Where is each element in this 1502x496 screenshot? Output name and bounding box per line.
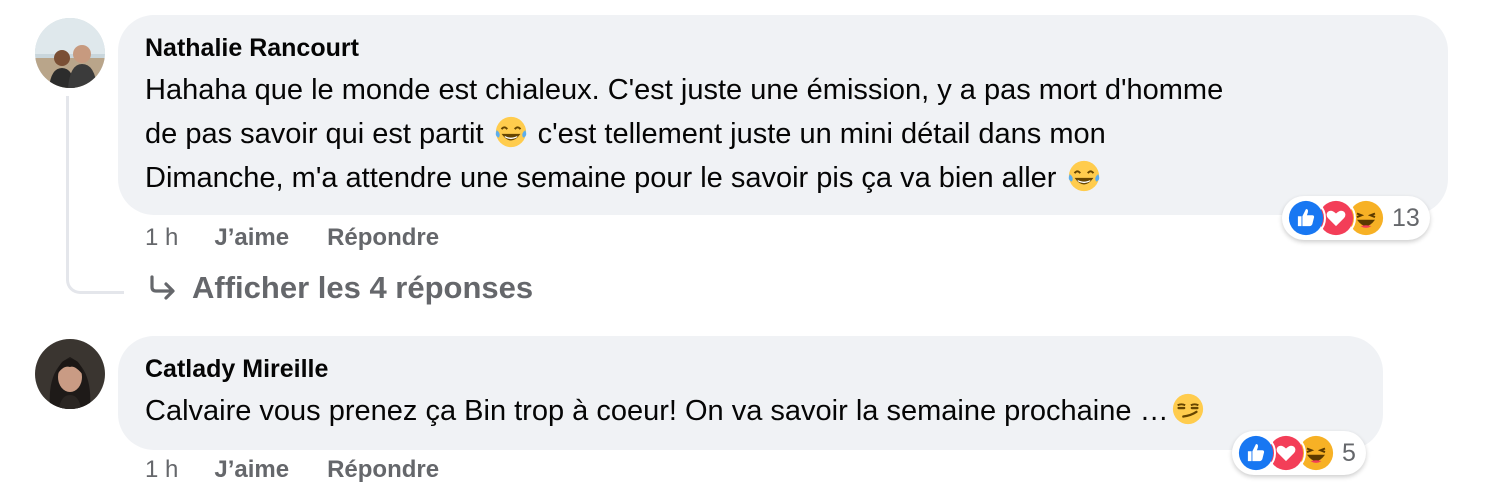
comments-section: Nathalie Rancourt Hahaha que le monde es… (0, 0, 1502, 496)
like-reaction-icon (1286, 198, 1326, 238)
reply-button[interactable]: Répondre (327, 456, 439, 484)
laughing-tears-emoji (1067, 159, 1101, 193)
comment-author[interactable]: Nathalie Rancourt (145, 33, 1420, 63)
avatar-photo-nathalie (35, 18, 105, 88)
comment-text-line: Dimanche, m'a attendre une semaine pour … (145, 156, 1420, 200)
reaction-summary[interactable]: 5 (1232, 431, 1366, 475)
reply-arrow-icon (146, 271, 180, 305)
comment-timestamp[interactable]: 1 h (145, 224, 178, 252)
comment-text-segment: de pas savoir qui est partit (145, 118, 484, 150)
comment-text-line: de pas savoir qui est partit c'est telle… (145, 112, 1420, 156)
reaction-count: 5 (1342, 438, 1356, 467)
comment-bubble: Catlady Mireille Calvaire vous prenez ça… (118, 336, 1383, 450)
avatar[interactable] (35, 18, 105, 88)
avatar-photo-catlady (35, 339, 105, 409)
comment-text-segment: Dimanche, m'a attendre une semaine pour … (145, 162, 1057, 194)
comment-text-segment: c'est tellement juste un mini détail dan… (537, 118, 1106, 150)
reaction-icons (1286, 198, 1386, 238)
comment-bubble: Nathalie Rancourt Hahaha que le monde es… (118, 15, 1448, 215)
comment-text-line: Calvaire vous prenez ça Bin trop à coeur… (145, 389, 1355, 433)
comment-text-segment: Calvaire vous prenez ça Bin trop à coeur… (145, 395, 1169, 427)
reaction-summary[interactable]: 13 (1282, 196, 1430, 240)
thread-connector-line (66, 96, 124, 294)
comment-text-line: Hahaha que le monde est chialeux. C'est … (145, 74, 1224, 106)
comment-text: Hahaha que le monde est chialeux. C'est … (145, 68, 1420, 200)
comment-text: Calvaire vous prenez ça Bin trop à coeur… (145, 389, 1355, 433)
reply-button[interactable]: Répondre (327, 224, 439, 252)
view-replies-label: Afficher les 4 réponses (192, 270, 534, 305)
reaction-icons (1236, 433, 1336, 473)
comment-author[interactable]: Catlady Mireille (145, 354, 1355, 384)
comment-meta: 1 h J’aime Répondre (145, 456, 477, 484)
comment-meta: 1 h J’aime Répondre (145, 224, 477, 252)
like-button[interactable]: J’aime (214, 224, 289, 252)
like-reaction-icon (1236, 433, 1276, 473)
view-replies-link[interactable]: Afficher les 4 réponses (146, 270, 533, 306)
laughing-tears-emoji (494, 115, 528, 149)
comment-timestamp[interactable]: 1 h (145, 456, 178, 484)
avatar[interactable] (35, 339, 105, 409)
smirk-emoji (1171, 392, 1205, 426)
like-button[interactable]: J’aime (214, 456, 289, 484)
reaction-count: 13 (1392, 203, 1420, 232)
